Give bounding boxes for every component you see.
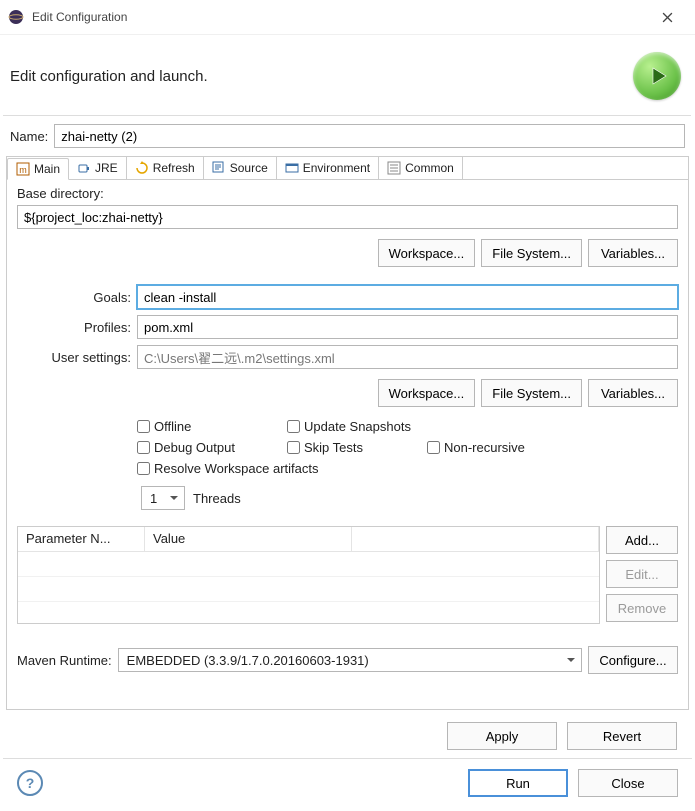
titlebar: Edit Configuration <box>0 0 695 35</box>
tab-refresh[interactable]: Refresh <box>127 157 204 179</box>
profiles-input[interactable] <box>137 315 678 339</box>
refresh-icon <box>135 161 149 175</box>
environment-icon <box>285 161 299 175</box>
threads-select[interactable]: 1 <box>141 486 185 510</box>
eclipse-icon <box>8 9 24 25</box>
non-recursive-checkbox[interactable]: Non-recursive <box>427 440 577 455</box>
source-icon <box>212 161 226 175</box>
user-settings-workspace-button[interactable]: Workspace... <box>378 379 476 407</box>
skip-tests-checkbox[interactable]: Skip Tests <box>287 440 427 455</box>
common-icon <box>387 161 401 175</box>
col-value[interactable]: Value <box>145 527 352 551</box>
dialog-subtitle: Edit configuration and launch. <box>10 68 633 85</box>
tab-main[interactable]: m Main <box>7 158 69 180</box>
param-add-button[interactable]: Add... <box>606 526 678 554</box>
tab-environment[interactable]: Environment <box>277 157 379 179</box>
run-button[interactable]: Run <box>468 769 568 797</box>
parameters-table[interactable]: Parameter N... Value <box>17 526 600 624</box>
update-snapshots-checkbox[interactable]: Update Snapshots <box>287 419 427 434</box>
base-directory-input[interactable] <box>17 205 678 229</box>
name-label: Name: <box>10 129 48 144</box>
user-settings-input[interactable] <box>137 345 678 369</box>
maven-runtime-select[interactable]: EMBEDDED (3.3.9/1.7.0.20160603-1931) <box>118 648 582 672</box>
debug-output-checkbox[interactable]: Debug Output <box>137 440 287 455</box>
param-edit-button[interactable]: Edit... <box>606 560 678 588</box>
tab-label: Main <box>34 162 60 176</box>
col-blank[interactable] <box>352 527 599 551</box>
dialog-header: Edit configuration and launch. <box>0 35 695 111</box>
tab-label: Environment <box>303 161 370 175</box>
header-divider <box>3 115 691 116</box>
tab-jre[interactable]: JRE <box>69 157 127 179</box>
threads-label: Threads <box>193 491 241 506</box>
close-button[interactable]: Close <box>578 769 678 797</box>
base-directory-label: Base directory: <box>17 186 678 201</box>
help-icon[interactable]: ? <box>17 770 43 796</box>
goals-label: Goals: <box>17 290 137 305</box>
revert-button[interactable]: Revert <box>567 722 677 750</box>
profiles-label: Profiles: <box>17 320 137 335</box>
edit-configuration-dialog: Edit Configuration Edit configuration an… <box>0 0 695 811</box>
window-title: Edit Configuration <box>32 10 647 24</box>
name-input[interactable] <box>54 124 685 148</box>
apply-button[interactable]: Apply <box>447 722 557 750</box>
tabs: m Main JRE Refresh <box>7 157 688 180</box>
user-settings-filesystem-button[interactable]: File System... <box>481 379 582 407</box>
svg-text:m: m <box>19 165 27 175</box>
base-dir-workspace-button[interactable]: Workspace... <box>378 239 476 267</box>
col-parameter-name[interactable]: Parameter N... <box>18 527 145 551</box>
tab-common[interactable]: Common <box>379 157 463 179</box>
tab-label: Refresh <box>153 161 195 175</box>
run-icon <box>633 52 681 100</box>
window-close-button[interactable] <box>647 3 687 31</box>
param-remove-button[interactable]: Remove <box>606 594 678 622</box>
jre-icon <box>77 161 91 175</box>
goals-input[interactable] <box>137 285 678 309</box>
offline-checkbox[interactable]: Offline <box>137 419 287 434</box>
tab-label: JRE <box>95 161 118 175</box>
config-panel: m Main JRE Refresh <box>6 156 689 710</box>
base-dir-filesystem-button[interactable]: File System... <box>481 239 582 267</box>
tab-label: Common <box>405 161 454 175</box>
table-row[interactable] <box>18 602 599 624</box>
maven-icon: m <box>16 162 30 176</box>
user-settings-label: User settings: <box>17 350 137 365</box>
configure-button[interactable]: Configure... <box>588 646 678 674</box>
maven-runtime-label: Maven Runtime: <box>17 653 112 668</box>
tab-source[interactable]: Source <box>204 157 277 179</box>
resolve-workspace-checkbox[interactable]: Resolve Workspace artifacts <box>137 461 577 476</box>
user-settings-variables-button[interactable]: Variables... <box>588 379 678 407</box>
table-row[interactable] <box>18 552 599 577</box>
tab-label: Source <box>230 161 268 175</box>
table-row[interactable] <box>18 577 599 602</box>
base-dir-variables-button[interactable]: Variables... <box>588 239 678 267</box>
